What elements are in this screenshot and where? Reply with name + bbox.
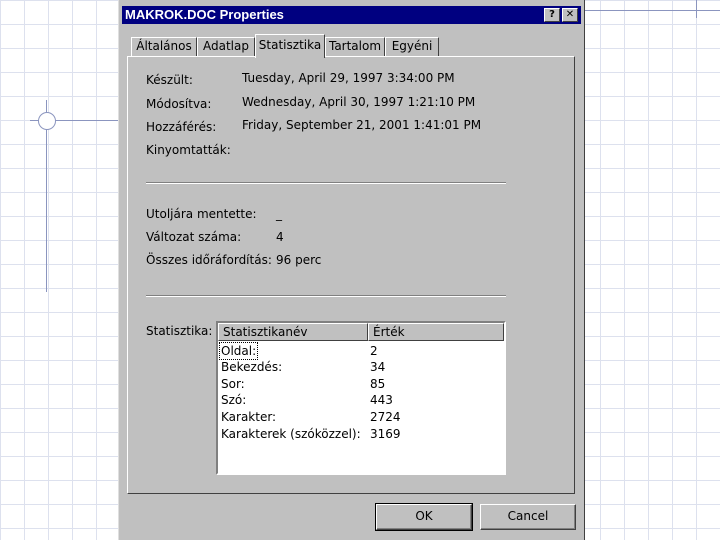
column-header-value[interactable]: Érték (368, 323, 504, 341)
title-bar[interactable]: MAKROK.DOC Properties ? ✕ (122, 6, 581, 24)
accessed-label: Hozzáférés: (146, 120, 217, 134)
accessed-value: Friday, September 21, 2001 1:41:01 PM (242, 118, 482, 132)
list-item[interactable]: Karakter: 2724 (218, 409, 504, 425)
separator (146, 182, 506, 184)
tab-altalanos[interactable]: Általános (131, 37, 197, 56)
statistics-list[interactable]: Statisztikanév Érték Oldal: 2 Bekezdés: … (216, 321, 506, 475)
list-item[interactable]: Karakterek (szóközzel): 3169 (218, 426, 504, 442)
list-item[interactable]: Szó: 443 (218, 392, 504, 408)
statistics-label: Statisztika: (146, 324, 213, 338)
stat-value: 34 (370, 360, 386, 374)
printed-label: Kinyomtatták: (146, 143, 231, 157)
modified-value: Wednesday, April 30, 1997 1:21:10 PM (242, 95, 476, 109)
last-saved-value: _ (276, 207, 282, 221)
tab-egyeni[interactable]: Egyéni (385, 37, 439, 56)
stat-value: 2724 (370, 410, 401, 424)
stat-name: Szó: (221, 393, 247, 407)
close-button[interactable]: ✕ (562, 8, 578, 22)
slide-decor-circle (38, 112, 56, 130)
list-item[interactable]: Oldal: 2 (218, 342, 504, 360)
tab-statisztika[interactable]: Statisztika (255, 34, 325, 58)
revision-value: 4 (276, 230, 284, 244)
tab-adatlap[interactable]: Adatlap (197, 37, 255, 56)
column-header-name[interactable]: Statisztikanév (218, 323, 368, 341)
stat-value: 2 (370, 344, 378, 358)
slide-decor-line (696, 0, 697, 18)
editing-time-value: 96 perc (276, 253, 322, 267)
created-label: Készült: (146, 73, 193, 87)
editing-time-label: Összes időráfordítás: (146, 253, 272, 267)
statistics-panel: Készült: Tuesday, April 29, 1997 3:34:00… (127, 56, 575, 494)
tab-tartalom[interactable]: Tartalom (325, 37, 385, 56)
stat-name: Karakter: (221, 410, 277, 424)
window-title: MAKROK.DOC Properties (125, 7, 284, 22)
stat-value: 443 (370, 393, 393, 407)
revision-label: Változat száma: (146, 230, 242, 244)
separator (146, 295, 506, 297)
list-item[interactable]: Bekezdés: 34 (218, 359, 504, 375)
ok-button[interactable]: OK (375, 503, 473, 531)
stat-name: Oldal: (218, 342, 259, 360)
stat-value: 85 (370, 377, 386, 391)
properties-dialog: MAKROK.DOC Properties ? ✕ Általános Adat… (118, 0, 585, 540)
stat-name: Bekezdés: (221, 360, 283, 374)
stat-value: 3169 (370, 427, 401, 441)
cancel-button[interactable]: Cancel (480, 504, 576, 530)
modified-label: Módosítva: (146, 97, 212, 111)
stat-name: Karakterek (szóközzel): (221, 427, 361, 441)
help-button[interactable]: ? (544, 8, 560, 22)
created-value: Tuesday, April 29, 1997 3:34:00 PM (242, 71, 455, 85)
list-item[interactable]: Sor: 85 (218, 376, 504, 392)
last-saved-label: Utoljára mentette: (146, 207, 257, 221)
slide-decor-line (583, 10, 720, 11)
stat-name: Sor: (221, 377, 245, 391)
